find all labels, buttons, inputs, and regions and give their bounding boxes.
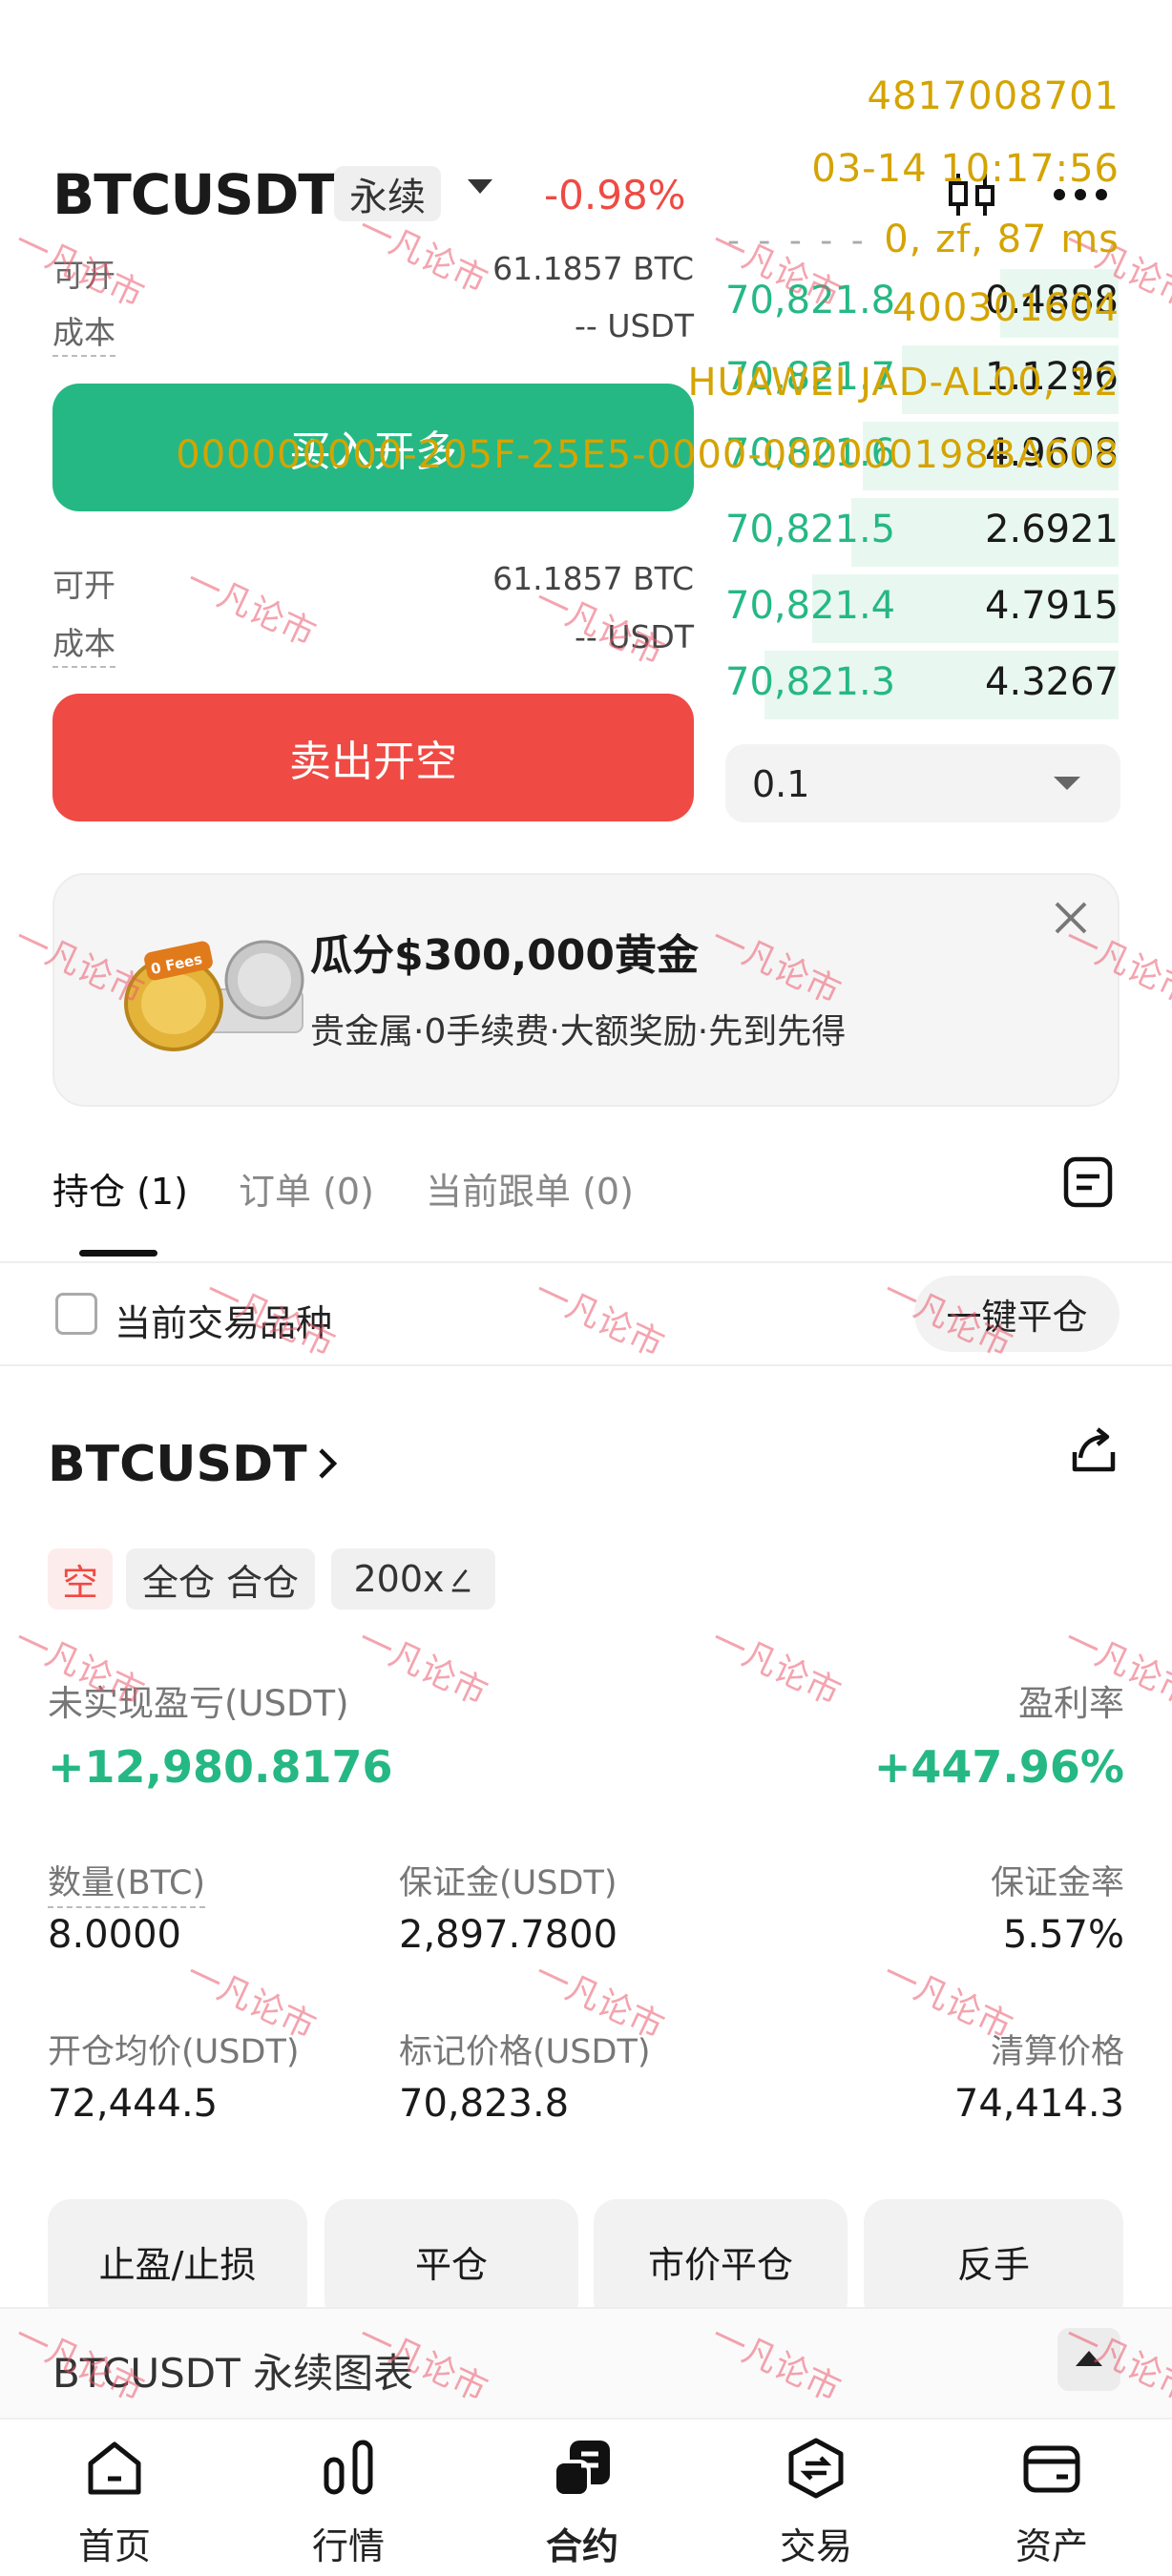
sell-short-button[interactable]: 卖出开空 — [52, 694, 694, 821]
quantity-label[interactable]: 数量(BTC) — [48, 1856, 206, 1908]
trade-icon — [788, 2438, 844, 2499]
promo-subtitle: 贵金属·0手续费·大额奖励·先到先得 — [310, 1012, 847, 1051]
watermark-text: 一凡论市 — [179, 561, 322, 655]
bid-price: 70,821.3 — [725, 660, 896, 704]
market-close-button[interactable]: 市价平仓 — [594, 2199, 848, 2323]
long-cost-value: -- USDT — [575, 307, 694, 344]
nav-market-label: 行情 — [311, 2525, 385, 2567]
quantity-value: 8.0000 — [48, 1913, 181, 1957]
tab-positions[interactable]: 持仓 (1) — [52, 1162, 188, 1215]
overlay-text: 000000000-205F-25E5-0000-000000198BA608 — [176, 433, 1120, 477]
share-icon[interactable] — [1067, 1423, 1120, 1477]
bid-quantity: 4.7915 — [985, 584, 1119, 628]
bid-price: 70,821.5 — [725, 508, 896, 551]
liquidation-price-label: 清算价格 — [990, 2033, 1124, 2071]
tab-orders[interactable]: 订单 (0) — [239, 1162, 374, 1215]
current-symbol-checkbox[interactable] — [55, 1293, 97, 1335]
wallet-icon — [1023, 2445, 1080, 2493]
depth-step-select[interactable]: 0.1 — [725, 744, 1120, 822]
watermark-text: 一凡论市 — [704, 1620, 847, 1714]
position-symbol[interactable]: BTCUSDT — [48, 1436, 307, 1493]
nav-assets-label: 资产 — [1015, 2525, 1088, 2567]
overlay-text: HUAWEI JAD-AL00, 12 — [687, 361, 1120, 405]
watermark-text: 一凡论市 — [528, 1272, 670, 1366]
entry-price-value: 72,444.5 — [48, 2082, 219, 2126]
chevron-right-icon[interactable] — [313, 1441, 342, 1486]
chevron-down-icon — [1054, 777, 1080, 790]
entry-price-label: 开仓均价(USDT) — [48, 2033, 300, 2071]
leverage-tag[interactable]: 200x — [331, 1548, 495, 1610]
edit-icon — [451, 1568, 470, 1592]
margin-value: 2,897.7800 — [399, 1913, 618, 1957]
divider — [0, 1261, 1172, 1263]
close-position-button[interactable]: 平仓 — [324, 2199, 578, 2323]
roe-value: +447.96% — [873, 1741, 1124, 1793]
margin-label: 保证金(USDT) — [399, 1864, 617, 1902]
bid-quantity: 2.6921 — [985, 508, 1119, 551]
watermark-text: 一凡论市 — [876, 1954, 1018, 2048]
watermark-text: 一凡论市 — [8, 222, 150, 317]
bid-price: 70,821.4 — [725, 584, 896, 628]
symbol-title[interactable]: BTCUSDT — [52, 162, 336, 227]
promo-title: 瓜分$300,000黄金 — [310, 931, 700, 980]
active-tab-indicator — [79, 1250, 157, 1257]
orderbook-row[interactable]: 70,821.3 4.3267 — [725, 647, 1119, 723]
futures-icon — [553, 2441, 610, 2498]
orderbook-row[interactable]: 70,821.5 2.6921 — [725, 494, 1119, 571]
bid-quantity: 4.3267 — [985, 660, 1119, 704]
depth-step-value: 0.1 — [752, 763, 810, 805]
tab-copy-trades[interactable]: 当前跟单 (0) — [426, 1162, 634, 1215]
tp-sl-button[interactable]: 止盈/止损 — [48, 2199, 307, 2323]
margin-ratio-label: 保证金率 — [990, 1864, 1124, 1902]
short-cost-label[interactable]: 成本 — [52, 618, 115, 668]
watermark-text: 一凡论市 — [199, 1272, 341, 1366]
nav-assets[interactable]: 资产 — [966, 2437, 1138, 2570]
long-cost-label[interactable]: 成本 — [52, 307, 115, 357]
overlay-text: 400301604 — [891, 286, 1120, 330]
nav-home-label: 首页 — [77, 2525, 151, 2567]
overlay-text: 4817008701 — [867, 74, 1120, 118]
nav-trade[interactable]: 交易 — [730, 2437, 902, 2570]
price-change: -0.98% — [544, 172, 686, 218]
mark-price-value: 70,823.8 — [399, 2082, 570, 2126]
roe-label: 盈利率 — [1018, 1683, 1124, 1724]
nav-market[interactable]: 行情 — [262, 2437, 434, 2570]
bottom-nav: 首页 行情 合约 交易 资产 — [0, 2418, 1172, 2576]
margin-mode-tag[interactable]: 全仓 合仓 — [126, 1548, 315, 1610]
overlay-text: 03-14 10:17:56 — [811, 147, 1120, 191]
promo-banner[interactable]: 0 Fees 瓜分$300,000黄金 贵金属·0手续费·大额奖励·先到先得 — [52, 873, 1120, 1107]
side-tag: 空 — [48, 1548, 113, 1610]
overlay-text: 0, zf, 87 ms — [884, 218, 1120, 261]
home-icon — [88, 2441, 141, 2495]
chevron-down-icon[interactable] — [468, 179, 492, 194]
nav-trade-label: 交易 — [779, 2525, 852, 2567]
watermark-text: 一凡论市 — [351, 1620, 493, 1714]
leverage-value: 200x — [353, 1558, 445, 1600]
mark-price-label: 标记价格(USDT) — [399, 2033, 651, 2071]
liquidation-price-value: 74,414.3 — [953, 2082, 1124, 2126]
short-available-label: 可开 — [52, 567, 115, 604]
short-available-value: 61.1857 BTC — [492, 560, 694, 597]
nav-futures-label: 合约 — [545, 2525, 618, 2567]
unrealized-pnl-value: +12,980.8176 — [48, 1741, 393, 1793]
margin-ratio-value: 5.57% — [1002, 1913, 1124, 1957]
orderbook-row[interactable]: 70,821.4 4.7915 — [725, 571, 1119, 647]
reverse-position-button[interactable]: 反手 — [864, 2199, 1123, 2323]
nav-home[interactable]: 首页 — [29, 2437, 200, 2570]
market-icon — [324, 2440, 373, 2495]
order-history-icon[interactable] — [1061, 1154, 1115, 1210]
nav-futures[interactable]: 合约 — [496, 2437, 668, 2570]
